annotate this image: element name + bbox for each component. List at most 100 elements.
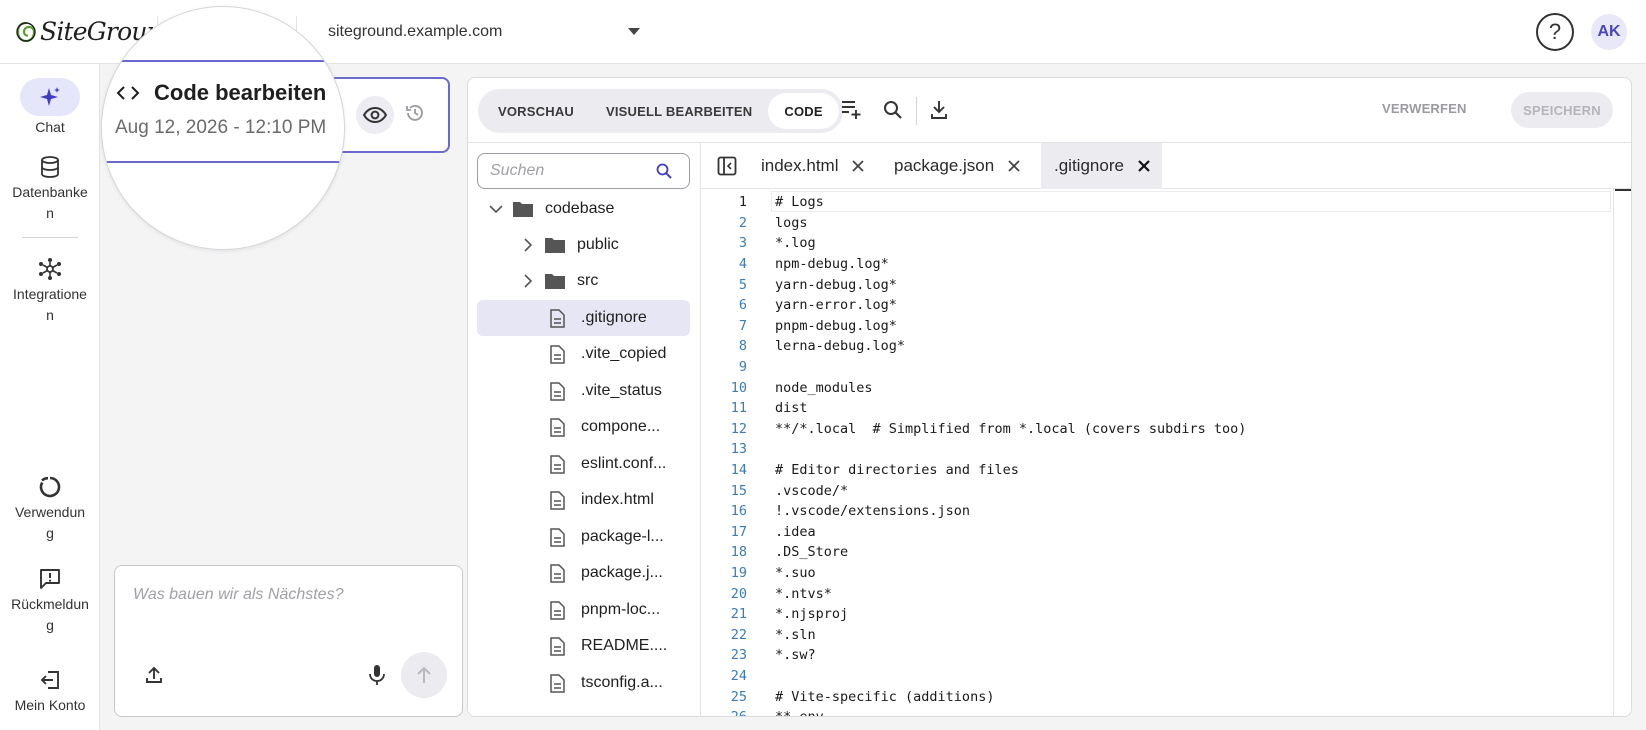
line-number: 19 [730, 565, 747, 582]
tab-index-html[interactable]: index.html [761, 143, 865, 189]
code-line[interactable]: 9 [701, 357, 1611, 378]
file-icon [547, 308, 567, 328]
microphone-icon [369, 665, 385, 685]
nav-item-feedback[interactable]: Rückmeldun g [0, 564, 100, 636]
prompt-placeholder[interactable]: Was bauen wir als Nächstes? [133, 586, 343, 604]
line-number: 2 [738, 214, 747, 231]
tree-item-label: index.html [581, 491, 654, 508]
search-button[interactable] [883, 100, 903, 120]
tree-file-index-html[interactable]: index.html [477, 482, 690, 518]
toggle-sidebar-button[interactable] [717, 156, 737, 176]
nav-item-chat[interactable]: Chat [0, 78, 100, 138]
code-line[interactable]: 13 [701, 439, 1611, 460]
tab-package-json[interactable]: package.json [894, 143, 1020, 189]
file-search-field[interactable] [477, 153, 690, 189]
avatar[interactable]: AK [1591, 14, 1627, 50]
code-line[interactable]: 1 # Logs [701, 192, 1611, 213]
code-line[interactable]: 17 .idea [701, 522, 1611, 543]
tree-folder-public[interactable]: public [477, 227, 690, 263]
code-line[interactable]: 8 lerna-debug.log* [701, 336, 1611, 357]
tree-file-vite-copied[interactable]: .vite_copied [477, 336, 690, 372]
line-content: *.suo [775, 565, 816, 582]
code-line[interactable]: 18 .DS_Store [701, 542, 1611, 563]
file-tabs: index.html package.json .gitignore [701, 143, 1631, 189]
code-line[interactable]: 3 *.log [701, 233, 1611, 254]
tree-folder-src[interactable]: src [477, 263, 690, 299]
code-line[interactable]: 24 [701, 666, 1611, 687]
tab-gitignore[interactable]: .gitignore [1041, 143, 1162, 189]
code-line[interactable]: 21 *.njsproj [701, 604, 1611, 625]
help-button[interactable]: ? [1536, 13, 1574, 51]
line-number: 7 [738, 317, 747, 334]
add-file-button[interactable] [840, 100, 862, 120]
site-selector[interactable]: siteground.example.com [328, 20, 640, 44]
upload-button[interactable] [145, 666, 163, 684]
code-line[interactable]: 14 # Editor directories and files [701, 460, 1611, 481]
line-number: 6 [738, 297, 747, 314]
code-line[interactable]: 20 *.ntvs* [701, 583, 1611, 604]
close-icon[interactable] [852, 160, 865, 172]
preview-button[interactable] [356, 96, 394, 134]
discard-button[interactable]: VERWERFEN [1382, 101, 1467, 116]
nav-item-usage[interactable]: Verwendun g [0, 472, 100, 544]
code-line[interactable]: 12 **/*.local # Simplified from *.local (… [701, 419, 1611, 440]
line-number: 24 [730, 668, 747, 685]
code-line[interactable]: 7 pnpm-debug.log* [701, 316, 1611, 337]
line-number: 9 [738, 359, 747, 376]
tree-file-pnpm-lock[interactable]: pnpm-loc... [477, 592, 690, 628]
line-content: **/*.local # Simplified from *.local (co… [775, 420, 1247, 437]
code-line[interactable]: 22 *.sln [701, 625, 1611, 646]
code-line[interactable]: 2 logs [701, 213, 1611, 234]
code-line[interactable]: 19 *.suo [701, 563, 1611, 584]
search-icon [656, 163, 672, 179]
send-button[interactable] [401, 652, 447, 698]
tree-folder-codebase[interactable]: codebase [477, 191, 690, 227]
line-number: 8 [738, 338, 747, 355]
nav-item-databases[interactable]: Datenbanke n [0, 152, 100, 224]
code-line[interactable]: 6 yarn-error.log* [701, 295, 1611, 316]
code-line[interactable]: 15 .vscode/* [701, 480, 1611, 501]
file-icon [547, 636, 567, 656]
code-line[interactable]: 16 !.vscode/extensions.json [701, 501, 1611, 522]
code-line[interactable]: 11 dist [701, 398, 1611, 419]
scrollbar[interactable] [1613, 189, 1614, 716]
tree-file-package-json[interactable]: package.j... [477, 555, 690, 591]
file-search-input[interactable] [490, 161, 650, 181]
tree-file-components[interactable]: compone... [477, 409, 690, 445]
code-line[interactable]: 5 yarn-debug.log* [701, 274, 1611, 295]
tree-item-label: pnpm-loc... [581, 601, 661, 618]
code-line[interactable]: 10 node_modules [701, 377, 1611, 398]
tree-file-eslint-config[interactable]: eslint.conf... [477, 446, 690, 482]
nav-item-account[interactable]: Mein Konto [0, 665, 100, 716]
line-content: **.env [775, 709, 824, 716]
code-line[interactable]: 25 # Vite-specific (additions) [701, 686, 1611, 707]
folder-icon [543, 236, 567, 254]
code-line[interactable]: 23 *.sw? [701, 645, 1611, 666]
sparkle-icon [40, 87, 60, 106]
code-editor[interactable]: 1 # Logs 2 logs 3 *.log 4 npm-debug.log* 5 yarn-d… [701, 189, 1631, 716]
nav-item-integrations[interactable]: Integratione n [0, 254, 100, 326]
download-button[interactable] [930, 100, 948, 120]
line-content: *.sw? [775, 647, 816, 664]
close-icon[interactable] [1138, 160, 1150, 172]
prompt-box[interactable]: Was bauen wir als Nächstes? [114, 565, 463, 717]
code-area: index.html package.json .gitignore 1 # L… [701, 143, 1631, 716]
scroll-thumb[interactable] [1615, 189, 1631, 191]
siteground-logo-icon [16, 21, 36, 42]
tree-file-package-lock[interactable]: package-l... [477, 519, 690, 555]
mode-preview-button[interactable]: VORSCHAU [482, 93, 590, 129]
mode-visual-edit-button[interactable]: VISUELL BEARBEITEN [590, 93, 768, 129]
microphone-button[interactable] [368, 664, 386, 686]
tree-file-readme[interactable]: README.... [477, 628, 690, 664]
mode-code-button[interactable]: CODE [768, 93, 839, 129]
tree-file-gitignore[interactable]: .gitignore [477, 300, 690, 336]
tree-file-vite-status[interactable]: .vite_status [477, 373, 690, 409]
help-icon: ? [1548, 19, 1562, 44]
code-line[interactable]: 26 **.env [701, 707, 1611, 716]
nav-item-integrations-label: Integratione n [13, 286, 87, 323]
restore-button[interactable] [405, 103, 425, 123]
code-line[interactable]: 4 npm-debug.log* [701, 254, 1611, 275]
save-button[interactable]: SPEICHERN [1511, 92, 1613, 128]
close-icon[interactable] [1008, 160, 1020, 172]
tree-file-tsconfig[interactable]: tsconfig.a... [477, 665, 690, 701]
